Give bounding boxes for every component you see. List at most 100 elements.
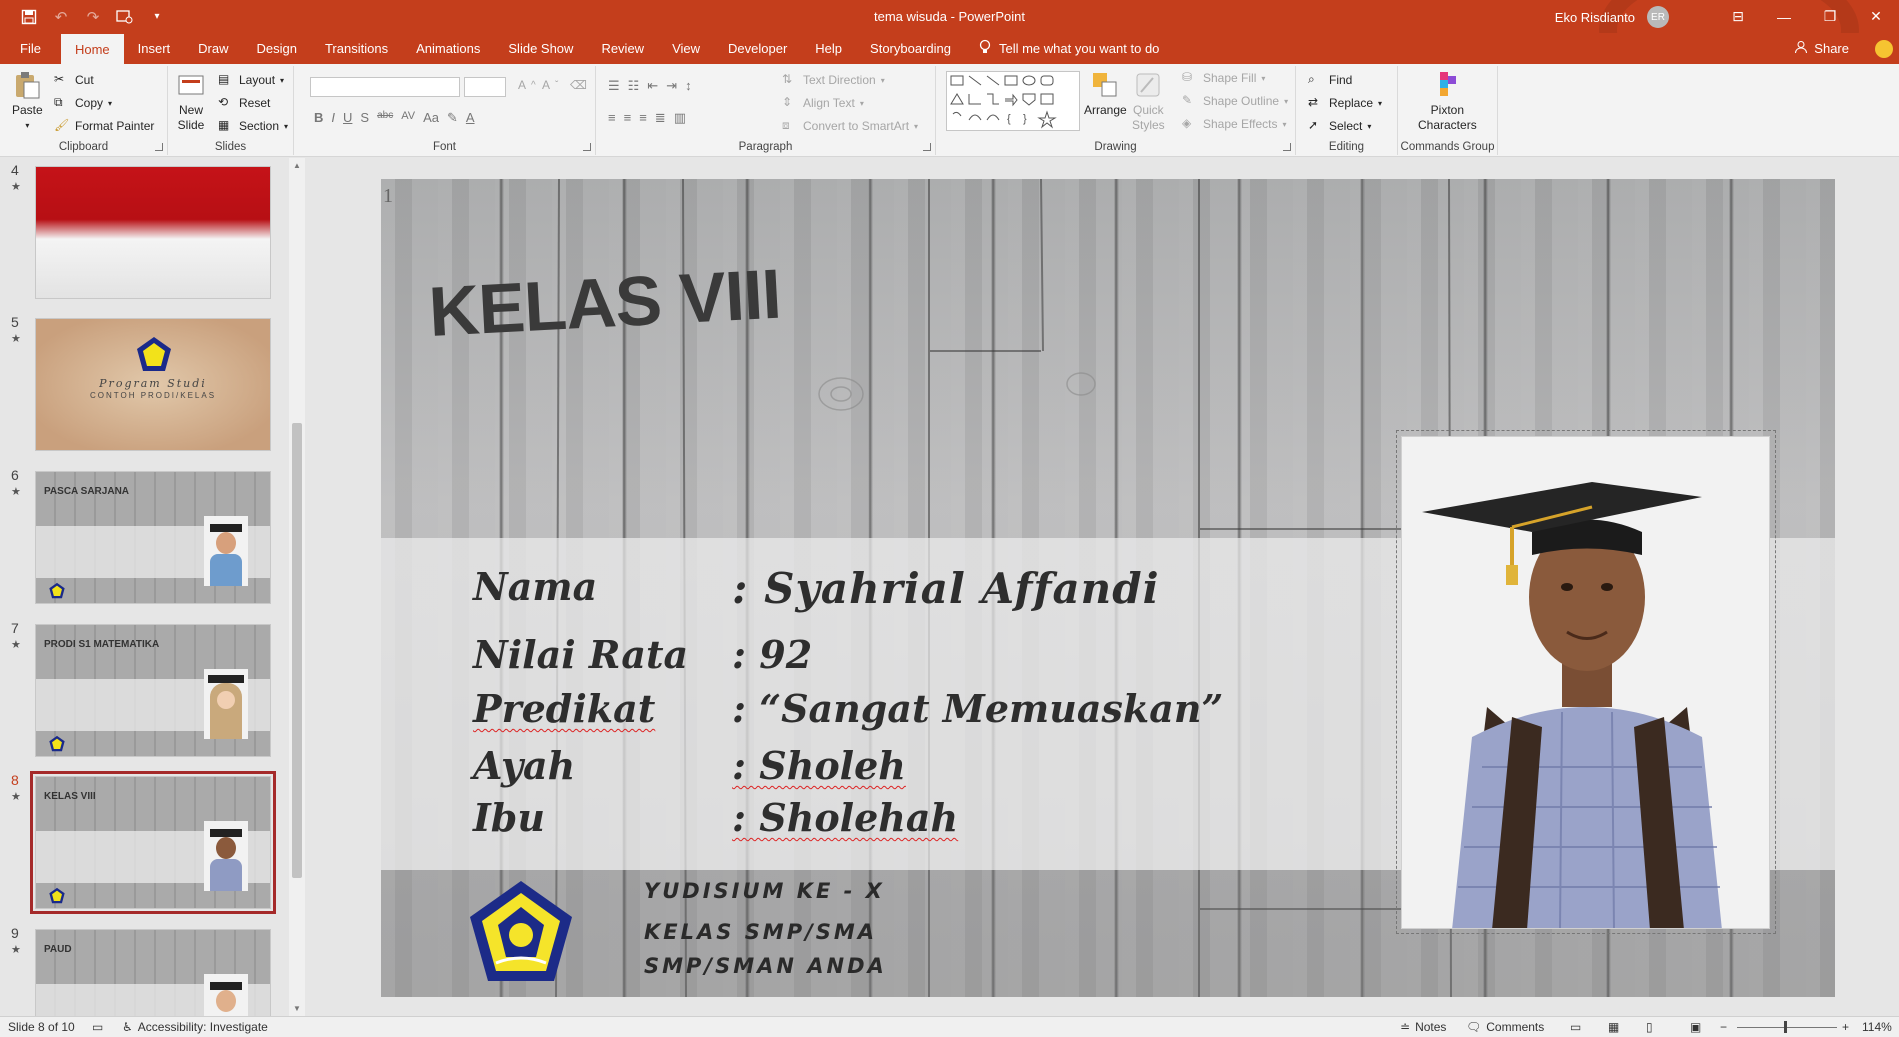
footer-line[interactable]: SMP/SMAN ANDA — [644, 954, 887, 978]
slide-thumbnail-selected[interactable]: KELAS VIII — [30, 771, 276, 914]
start-from-beginning-icon[interactable] — [116, 8, 134, 26]
student-photo[interactable] — [1401, 436, 1770, 929]
footer-line[interactable]: KELAS SMP/SMA — [644, 920, 877, 944]
ribbon-display-options-icon[interactable]: ⊟ — [1715, 0, 1761, 33]
font-size-combo[interactable] — [464, 77, 506, 97]
font-color-icon[interactable]: A — [466, 110, 475, 126]
increase-font-size-icon[interactable]: A ^ — [518, 78, 536, 92]
find-button[interactable]: ⌕ Find — [1308, 72, 1352, 88]
thumbnail-item[interactable]: 5 ★ Program Studi CONTOH PRODI/KELAS — [0, 310, 290, 451]
quick-styles-button[interactable]: Quick Styles — [1132, 70, 1165, 133]
field-row-nama[interactable]: Nama : Syahrial Affandi — [381, 564, 1381, 614]
cut-button[interactable]: ✂ Cut — [54, 72, 94, 88]
tab-review[interactable]: Review — [587, 33, 658, 64]
underline-button[interactable]: U — [343, 110, 352, 126]
copy-button[interactable]: ⧉ Copy ▾ — [54, 95, 112, 111]
slide-thumbnail[interactable]: Program Studi CONTOH PRODI/KELAS — [35, 318, 271, 451]
tab-storyboarding[interactable]: Storyboarding — [856, 33, 965, 64]
format-painter-button[interactable]: 🖌 Format Painter — [54, 118, 154, 134]
close-icon[interactable]: ✕ — [1853, 0, 1899, 33]
shape-effects-button[interactable]: ◈ Shape Effects ▾ — [1182, 116, 1287, 132]
convert-smartart-button[interactable]: ⧈ Convert to SmartArt ▾ — [782, 118, 918, 134]
highlight-icon[interactable]: ✎ — [447, 110, 458, 126]
character-spacing-button[interactable]: AV — [401, 110, 415, 126]
justify-icon[interactable]: ≣ — [655, 110, 666, 126]
columns-icon[interactable]: ▥ — [674, 110, 686, 126]
dialog-launcher-icon[interactable] — [155, 143, 163, 151]
tab-transitions[interactable]: Transitions — [311, 33, 402, 64]
tell-me-search[interactable]: Tell me what you want to do — [965, 33, 1159, 64]
layout-button[interactable]: ▤ Layout ▾ — [218, 72, 284, 88]
tab-animations[interactable]: Animations — [402, 33, 494, 64]
slideshow-view-icon[interactable]: ▣ — [1690, 1020, 1701, 1034]
accessibility-status[interactable]: ♿ Accessibility: Investigate — [122, 1020, 268, 1034]
field-row-ibu[interactable]: Ibu : Sholehah — [381, 795, 1381, 845]
user-account[interactable]: Eko Risdianto ER — [1555, 6, 1669, 28]
clear-formatting-icon[interactable]: ⌫ — [570, 78, 587, 92]
feedback-smiley-icon[interactable] — [1875, 40, 1893, 58]
field-row-nilai[interactable]: Nilai Rata : 92 — [381, 632, 1381, 682]
tab-draw[interactable]: Draw — [184, 33, 242, 64]
reading-view-icon[interactable]: ▯ — [1646, 1020, 1653, 1034]
align-center-icon[interactable]: ≡ — [624, 110, 632, 126]
tab-view[interactable]: View — [658, 33, 714, 64]
thumbnail-item[interactable]: 9 ★ PAUD — [0, 921, 290, 1016]
paste-button[interactable]: Paste ▾ — [12, 70, 43, 133]
footer-line[interactable]: YUDISIUM KE - X — [644, 879, 885, 903]
change-case-button[interactable]: Aa — [423, 110, 439, 126]
zoom-level[interactable]: 114% — [1862, 1020, 1892, 1034]
slide-thumbnail[interactable]: PASCA SARJANA — [35, 471, 271, 604]
thumbnail-item[interactable]: 7 ★ PRODI S1 MATEMATIKA — [0, 616, 290, 757]
zoom-out-icon[interactable]: − — [1720, 1020, 1727, 1034]
customize-qat-icon[interactable]: ▾ — [148, 8, 166, 26]
restore-icon[interactable]: ❐ — [1807, 0, 1853, 33]
slide-thumbnail[interactable]: PRODI S1 MATEMATIKA — [35, 624, 271, 757]
bold-button[interactable]: B — [314, 110, 323, 126]
slide-sorter-icon[interactable]: ▦ — [1608, 1020, 1619, 1034]
decrease-font-size-icon[interactable]: Aˇ — [542, 78, 558, 92]
notes-button[interactable]: ≐ Notes — [1400, 1020, 1446, 1034]
bullets-icon[interactable]: ☰ — [608, 78, 620, 94]
strikethrough-button[interactable]: abc — [377, 110, 393, 126]
thumbnail-item[interactable]: 8 ★ KELAS VIII — [0, 768, 290, 914]
tab-insert[interactable]: Insert — [124, 33, 185, 64]
section-button[interactable]: ▦ Section ▾ — [218, 118, 288, 134]
scroll-up-icon[interactable]: ▲ — [293, 161, 301, 170]
slide-thumbnail[interactable] — [35, 166, 271, 299]
thumbnail-item[interactable]: 4 ★ — [0, 158, 290, 299]
shadow-button[interactable]: S — [360, 110, 369, 126]
line-spacing-icon[interactable]: ↕ — [685, 78, 692, 94]
scroll-thumb[interactable] — [292, 423, 302, 878]
tab-home[interactable]: Home — [60, 34, 124, 64]
dialog-launcher-icon[interactable] — [1283, 143, 1291, 151]
zoom-in-icon[interactable]: + — [1842, 1020, 1849, 1034]
numbering-icon[interactable]: ☷ — [628, 78, 640, 94]
reset-button[interactable]: ⟲ Reset — [218, 95, 270, 111]
school-logo-icon[interactable] — [466, 877, 576, 987]
redo-icon[interactable]: ↷ — [84, 8, 102, 26]
align-left-icon[interactable]: ≡ — [608, 110, 616, 126]
slide-canvas[interactable]: 1 KELAS VIII Nama : Syahrial Affandi Nil… — [381, 179, 1835, 997]
decrease-indent-icon[interactable]: ⇤ — [647, 78, 658, 94]
align-right-icon[interactable]: ≡ — [639, 110, 647, 126]
minimize-icon[interactable]: — — [1761, 0, 1807, 33]
new-slide-button[interactable]: New Slide — [176, 70, 206, 133]
zoom-slider-thumb[interactable] — [1784, 1021, 1787, 1033]
select-button[interactable]: ➚ Select ▾ — [1308, 118, 1371, 134]
arrange-button[interactable]: Arrange — [1084, 70, 1127, 118]
tab-help[interactable]: Help — [801, 33, 856, 64]
align-text-button[interactable]: ⇕ Align Text ▾ — [782, 95, 864, 111]
shape-fill-button[interactable]: ⛁ Shape Fill ▾ — [1182, 70, 1265, 86]
thumbnail-item[interactable]: 6 ★ PASCA SARJANA — [0, 463, 290, 604]
tab-file[interactable]: File — [0, 33, 61, 64]
increase-indent-icon[interactable]: ⇥ — [666, 78, 677, 94]
tab-slide-show[interactable]: Slide Show — [494, 33, 587, 64]
font-name-combo[interactable] — [310, 77, 460, 97]
dialog-launcher-icon[interactable] — [923, 143, 931, 151]
dialog-launcher-icon[interactable] — [583, 143, 591, 151]
italic-button[interactable]: I — [331, 110, 335, 126]
zoom-slider[interactable] — [1737, 1027, 1837, 1028]
thumbnail-scrollbar[interactable]: ▲ ▼ — [289, 158, 305, 1016]
field-row-predikat[interactable]: Predikat : “Sangat Memuaskan” — [381, 686, 1381, 736]
save-icon[interactable] — [20, 8, 38, 26]
